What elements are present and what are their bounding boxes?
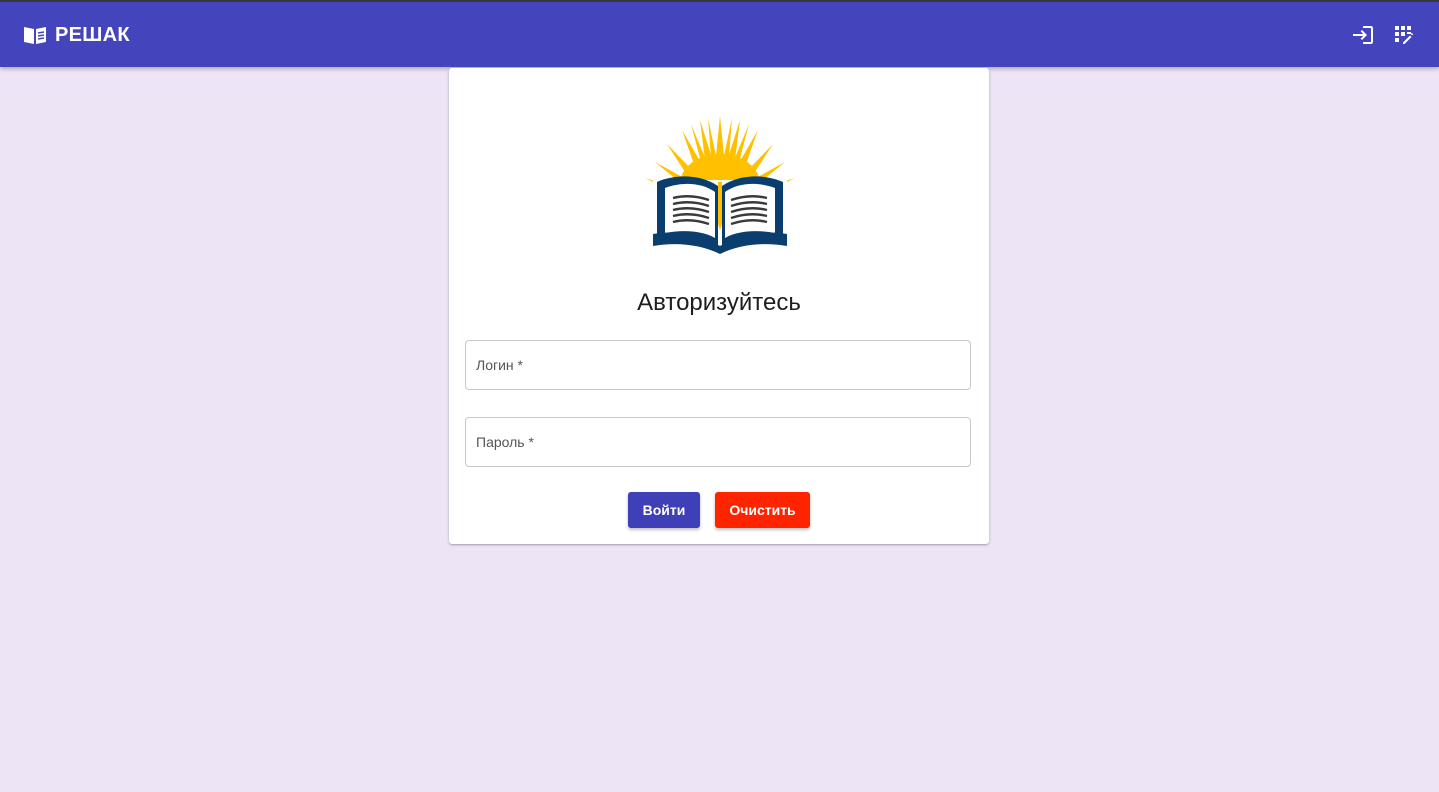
login-icon[interactable] bbox=[1351, 23, 1375, 47]
clear-button[interactable]: Очистить bbox=[715, 492, 810, 528]
login-card: Авторизуйтесь Войти Очистить bbox=[449, 68, 989, 544]
password-input[interactable] bbox=[466, 418, 970, 466]
app-bar: РЕШАК bbox=[0, 2, 1439, 67]
login-button[interactable]: Войти bbox=[628, 492, 700, 528]
login-field[interactable] bbox=[465, 340, 971, 390]
app-title: РЕШАК bbox=[55, 24, 130, 46]
login-input[interactable] bbox=[466, 341, 970, 389]
open-book-icon bbox=[24, 27, 46, 44]
edit-grid-icon[interactable] bbox=[1392, 23, 1416, 47]
sun-book-logo bbox=[645, 116, 795, 254]
login-heading: Авторизуйтесь bbox=[637, 289, 801, 316]
brand[interactable]: РЕШАК bbox=[23, 22, 130, 48]
password-field[interactable] bbox=[465, 417, 971, 467]
